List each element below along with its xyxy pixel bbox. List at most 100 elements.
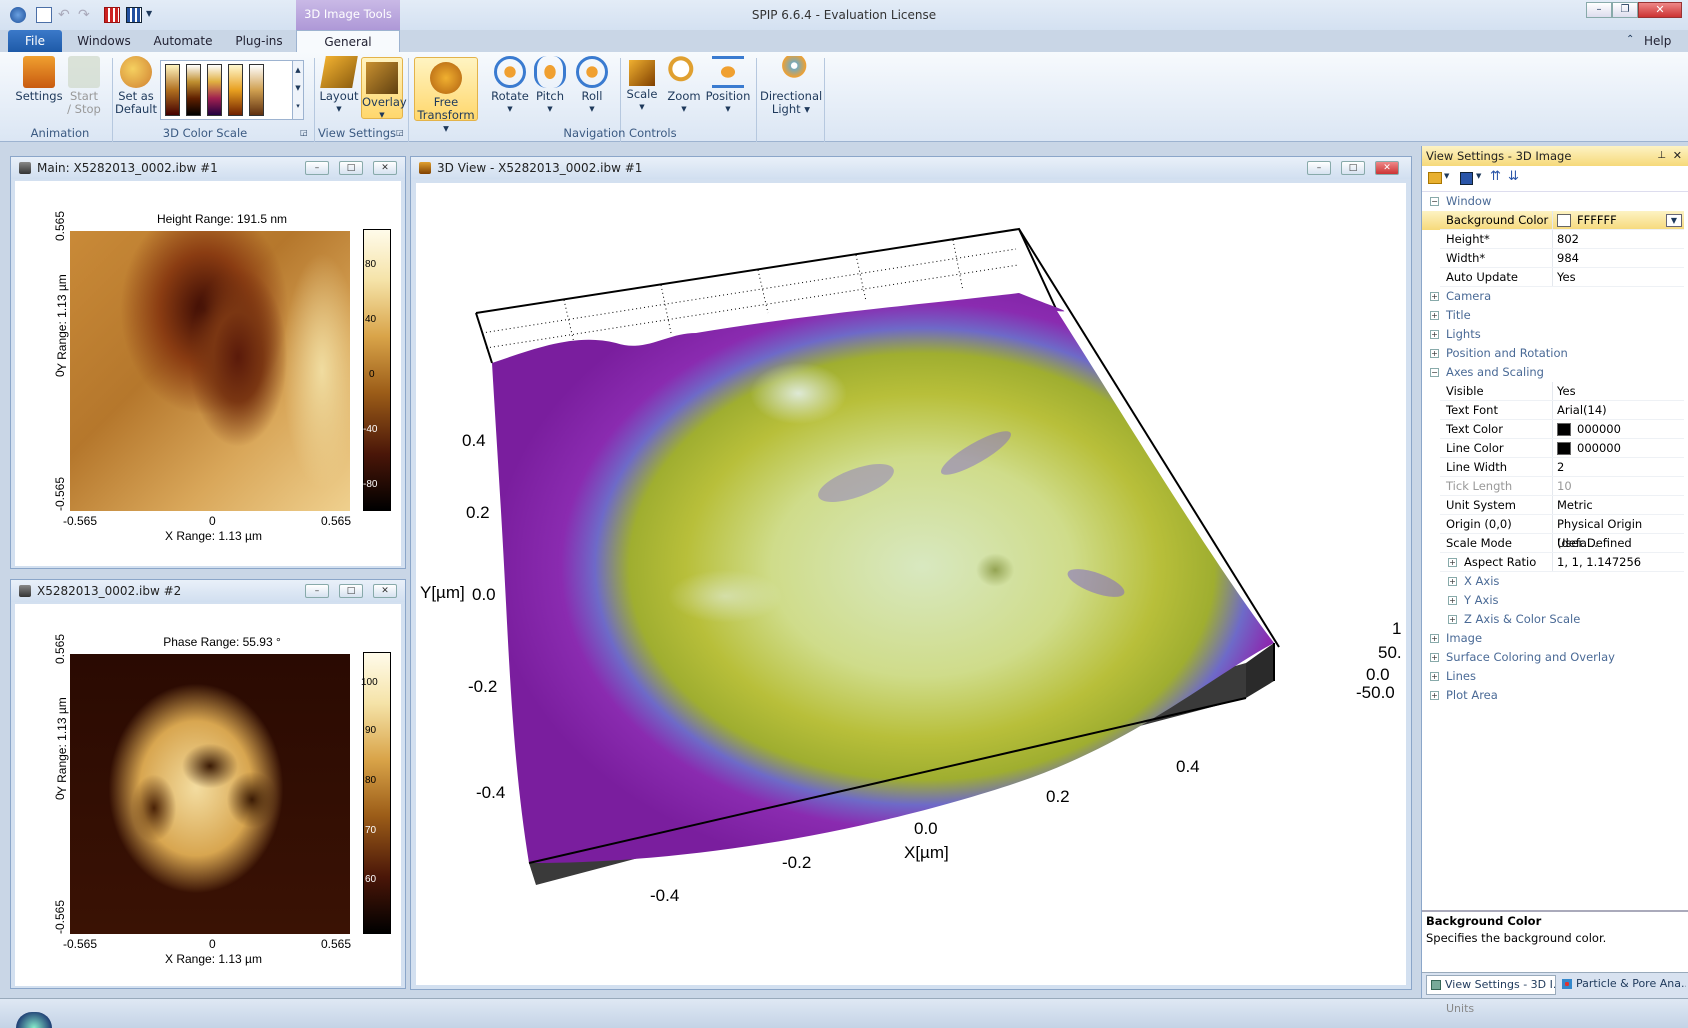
color-scale-swatch[interactable] <box>186 64 201 116</box>
property-row[interactable]: Unit System Metric <box>1422 496 1684 515</box>
expand-icon[interactable]: + <box>1430 672 1439 681</box>
property-value[interactable]: FFFFFF <box>1577 211 1617 230</box>
property-value[interactable]: 984 <box>1557 249 1579 268</box>
directional-light-button[interactable]: Directional Light ▾ <box>760 56 822 116</box>
expand-icon[interactable]: + <box>1430 349 1439 358</box>
maximize-button[interactable]: □ <box>1341 161 1365 175</box>
close-button[interactable]: ✕ <box>1638 2 1682 18</box>
expand-icon[interactable]: + <box>1448 615 1457 624</box>
property-value[interactable]: Yes <box>1557 382 1576 401</box>
dropdown-icon[interactable]: ▼ <box>1476 172 1481 180</box>
property-value[interactable]: User Defined <box>1557 534 1632 553</box>
property-category[interactable]: + Z Axis & Color Scale <box>1422 610 1684 629</box>
expand-icon[interactable]: + <box>1430 330 1439 339</box>
color-scale-swatch[interactable] <box>165 64 180 116</box>
color-scale-swatch[interactable] <box>207 64 222 116</box>
ribbon-collapse-icon[interactable]: ⌃ <box>1626 34 1634 45</box>
expand-icon[interactable]: + <box>1448 596 1457 605</box>
close-button[interactable]: ✕ <box>1375 161 1399 175</box>
tab-plugins[interactable]: Plug-ins <box>226 30 292 52</box>
property-row[interactable]: Line Color 000000 <box>1422 439 1684 458</box>
collapse-icon[interactable]: − <box>1430 197 1439 206</box>
tab-automate[interactable]: Automate <box>150 30 216 52</box>
position-button[interactable]: Position ▼ <box>704 56 752 116</box>
pitch-button[interactable]: Pitch ▼ <box>532 56 568 116</box>
height-image[interactable] <box>70 231 350 511</box>
start-stop-button[interactable]: Start / Stop <box>64 56 104 116</box>
tab-particle-pore[interactable]: Particle & Pore Ana... <box>1558 975 1686 995</box>
3d-surface-svg[interactable] <box>416 183 1406 985</box>
property-category[interactable]: + Title <box>1422 306 1684 325</box>
free-transform-button[interactable]: Free Transform ▾ <box>414 57 478 135</box>
property-category[interactable]: + Plot Area <box>1422 686 1684 705</box>
expand-icon[interactable]: + <box>1430 311 1439 320</box>
zoom-button[interactable]: Zoom ▼ <box>664 56 704 116</box>
color-scale-gallery[interactable] <box>160 60 298 120</box>
property-row[interactable]: Origin (0,0) Physical Origin (defa... <box>1422 515 1684 550</box>
expand-icon[interactable]: + <box>1430 292 1439 301</box>
property-value[interactable]: 1, 1, 1.147256 <box>1557 553 1641 572</box>
color-scale-swatch[interactable] <box>228 64 243 116</box>
property-category[interactable]: + Image <box>1422 629 1684 648</box>
property-row[interactable]: + Aspect Ratio 1, 1, 1.147256 <box>1422 553 1684 572</box>
save-icon[interactable] <box>1460 172 1473 185</box>
property-row[interactable]: Background Color FFFFFF ▼ <box>1422 211 1684 230</box>
phase-image[interactable] <box>70 654 350 934</box>
color-scale-swatch[interactable] <box>249 64 264 116</box>
layout-button[interactable]: Layout ▼ <box>318 56 360 116</box>
gallery-scroll[interactable]: ▲ ▼ ▾ <box>292 60 304 120</box>
dialog-launcher-icon[interactable]: ◲ <box>396 128 404 137</box>
property-row[interactable]: Auto Update Yes <box>1422 268 1684 287</box>
property-row[interactable]: Text Font Arial(14) <box>1422 401 1684 420</box>
property-row[interactable]: Line Width 2 <box>1422 458 1684 477</box>
expand-icon[interactable]: + <box>1430 691 1439 700</box>
minimize-button[interactable]: – <box>1307 161 1331 175</box>
tab-windows[interactable]: Windows <box>70 30 138 52</box>
3d-view-window[interactable]: 3D View - X5282013_0002.ibw #1 – □ ✕ 0.4… <box>410 156 1412 990</box>
scale-button[interactable]: Scale ▼ <box>624 56 660 114</box>
dropdown-icon[interactable]: ▼ <box>1666 214 1682 227</box>
property-category[interactable]: − Axes and Scaling <box>1422 363 1684 382</box>
help-menu[interactable]: Help <box>1644 34 1671 48</box>
property-category[interactable]: − Window <box>1422 192 1684 211</box>
overlay-button[interactable]: Overlay ▼ <box>361 57 407 119</box>
close-button[interactable]: ✕ <box>373 584 397 598</box>
open-folder-icon[interactable] <box>1428 172 1442 184</box>
property-category[interactable]: + Camera <box>1422 287 1684 306</box>
minimize-button[interactable]: – <box>305 161 329 175</box>
expand-icon[interactable]: + <box>1448 558 1457 567</box>
collapse-icon[interactable]: − <box>1430 368 1439 377</box>
property-category[interactable]: + Lights <box>1422 325 1684 344</box>
tab-general[interactable]: General <box>296 30 400 52</box>
property-value[interactable]: 802 <box>1557 230 1579 249</box>
sort-descending-icon[interactable]: ⇊ <box>1508 169 1519 184</box>
color-swatch[interactable] <box>1557 442 1571 455</box>
dialog-launcher-icon[interactable]: ◲ <box>300 128 308 137</box>
property-category[interactable]: + Position and Rotation <box>1422 344 1684 363</box>
property-row[interactable]: Width* 984 <box>1422 249 1684 268</box>
property-category[interactable]: + Surface Coloring and Overlay <box>1422 648 1684 667</box>
maximize-button[interactable]: □ <box>339 161 363 175</box>
restore-button[interactable]: ❐ <box>1612 2 1638 18</box>
property-row[interactable]: Scale Mode User Defined <box>1422 534 1684 553</box>
property-value[interactable]: Metric <box>1557 496 1593 515</box>
sort-ascending-icon[interactable]: ⇈ <box>1490 169 1501 184</box>
close-button[interactable]: ✕ <box>373 161 397 175</box>
expand-icon[interactable]: + <box>1448 577 1457 586</box>
property-grid[interactable]: − Window Background Color FFFFFF ▼ Height* 802… <box>1422 192 1688 702</box>
property-value[interactable]: Yes <box>1557 268 1576 287</box>
property-row[interactable]: Height* 802 <box>1422 230 1684 249</box>
rotate-button[interactable]: Rotate ▼ <box>488 56 532 116</box>
color-swatch[interactable] <box>1557 214 1571 227</box>
property-category[interactable]: + Y Axis <box>1422 591 1684 610</box>
height-image-window[interactable]: Main: X5282013_0002.ibw #1 – □ ✕ Height … <box>10 156 406 569</box>
maximize-button[interactable]: □ <box>339 584 363 598</box>
tab-file[interactable]: File <box>8 30 62 52</box>
minimize-button[interactable]: – <box>1586 2 1612 18</box>
dropdown-icon[interactable]: ▼ <box>1444 172 1449 180</box>
property-category[interactable]: + Lines <box>1422 667 1684 686</box>
pin-icon[interactable]: ⊥ <box>1657 146 1666 166</box>
property-value[interactable]: 10 <box>1557 477 1572 496</box>
property-category[interactable]: + X Axis <box>1422 572 1684 591</box>
property-value[interactable]: 000000 <box>1577 439 1621 458</box>
